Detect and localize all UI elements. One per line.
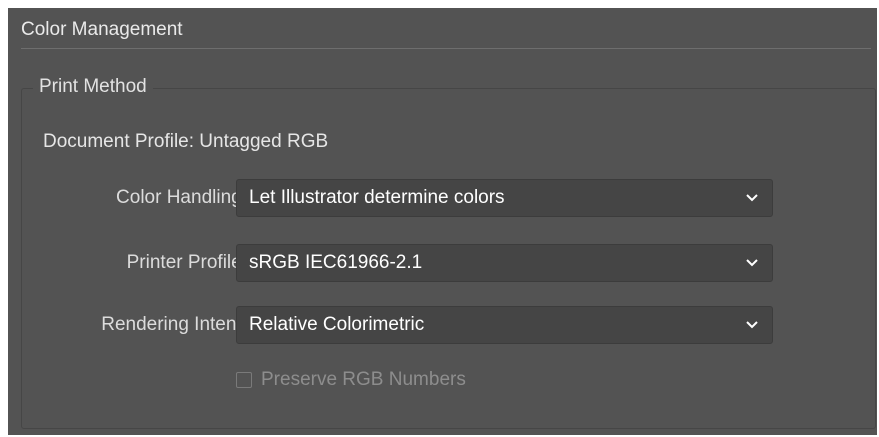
panel-title: Color Management: [21, 19, 183, 40]
rendering-intent-value: Relative Colorimetric: [249, 314, 425, 335]
header-divider: [21, 48, 871, 49]
preserve-rgb-checkbox[interactable]: [236, 372, 252, 388]
printer-profile-select[interactable]: sRGB IEC61966-2.1: [236, 244, 773, 282]
chevron-down-icon: [746, 307, 758, 343]
chevron-down-icon: [746, 245, 758, 281]
document-profile-info: Document Profile: Untagged RGB: [43, 131, 329, 152]
print-method-title: Print Method: [33, 74, 153, 100]
color-handling-label: Color Handling:: [116, 187, 247, 208]
color-handling-value: Let Illustrator determine colors: [249, 187, 505, 208]
rendering-intent-label: Rendering Intent:: [101, 314, 247, 335]
chevron-down-icon: [746, 180, 758, 216]
printer-profile-value: sRGB IEC61966-2.1: [249, 252, 423, 273]
color-management-panel: Color Management Print Method Document P…: [8, 8, 877, 435]
color-handling-select[interactable]: Let Illustrator determine colors: [236, 179, 773, 217]
preserve-rgb-checkbox-row[interactable]: Preserve RGB Numbers: [236, 367, 466, 393]
preserve-rgb-label: Preserve RGB Numbers: [261, 369, 466, 390]
rendering-intent-select[interactable]: Relative Colorimetric: [236, 306, 773, 344]
printer-profile-label: Printer Profile:: [126, 252, 247, 273]
